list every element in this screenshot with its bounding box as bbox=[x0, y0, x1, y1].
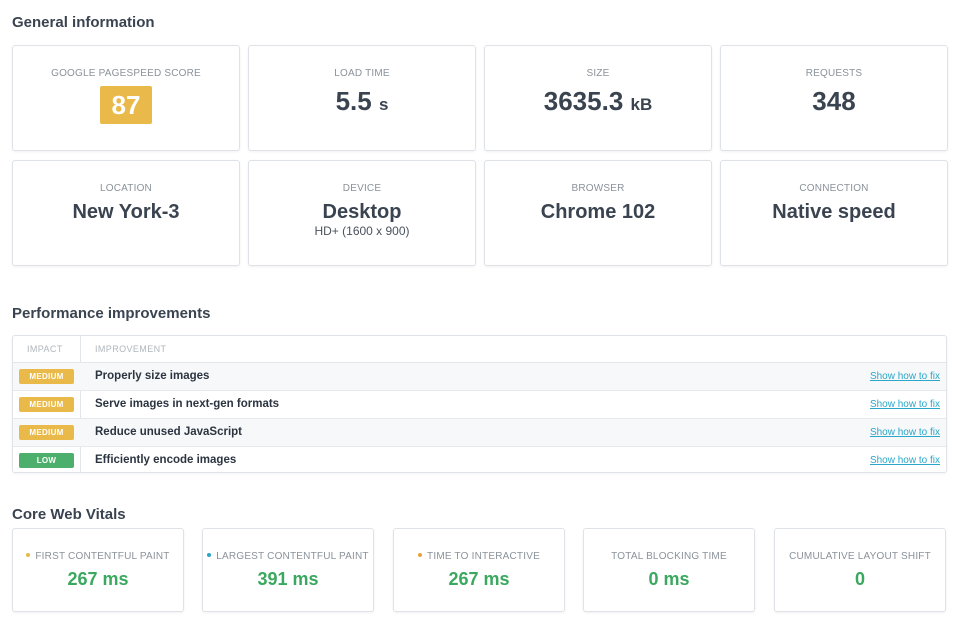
impact-badge-medium: MEDIUM bbox=[19, 369, 74, 384]
tbt-value: 0 ms bbox=[648, 569, 690, 589]
status-dot-icon bbox=[207, 553, 212, 558]
table-row: LOW Efficiently encode images Show how t… bbox=[13, 447, 946, 475]
pagespeed-score-card: GOOGLE PAGESPEED SCORE 87 bbox=[12, 45, 240, 151]
show-how-to-fix-link[interactable]: Show how to fix bbox=[870, 371, 940, 382]
impact-badge-low: LOW bbox=[19, 453, 74, 468]
performance-improvements-title: Performance improvements bbox=[12, 305, 211, 322]
impact-badge-medium: MEDIUM bbox=[19, 425, 74, 440]
improvement-text: Efficiently encode images bbox=[95, 454, 237, 466]
improvement-column-header: IMPROVEMENT bbox=[95, 344, 167, 354]
status-dot-icon bbox=[418, 553, 423, 558]
improvement-text: Reduce unused JavaScript bbox=[95, 426, 242, 438]
fcp-value: 267 ms bbox=[67, 569, 129, 589]
location-card: LOCATION New York-3 bbox=[12, 160, 240, 266]
general-information-title: General information bbox=[12, 14, 155, 31]
impact-column-header: IMPACT bbox=[27, 344, 63, 354]
cls-label: CUMULATIVE LAYOUT SHIFT bbox=[789, 551, 931, 562]
location-label: LOCATION bbox=[100, 183, 152, 194]
improvement-text: Serve images in next-gen formats bbox=[95, 398, 280, 410]
load-time-label: LOAD TIME bbox=[334, 68, 390, 79]
load-time-card: LOAD TIME 5.5 s bbox=[248, 45, 476, 151]
first-contentful-paint-card: FIRST CONTENTFUL PAINT 267 ms bbox=[12, 528, 184, 612]
connection-label: CONNECTION bbox=[799, 183, 869, 194]
lcp-label: LARGEST CONTENTFUL PAINT bbox=[216, 551, 369, 562]
show-how-to-fix-link[interactable]: Show how to fix bbox=[870, 399, 940, 410]
connection-card: CONNECTION Native speed bbox=[720, 160, 948, 266]
impact-badge-medium: MEDIUM bbox=[19, 397, 74, 412]
load-time-unit: s bbox=[378, 95, 389, 114]
connection-value: Native speed bbox=[772, 201, 896, 223]
total-blocking-time-card: TOTAL BLOCKING TIME 0 ms bbox=[583, 528, 755, 612]
device-value: Desktop bbox=[322, 201, 402, 223]
requests-card: REQUESTS 348 bbox=[720, 45, 948, 151]
table-row: MEDIUM Reduce unused JavaScript Show how… bbox=[13, 419, 946, 447]
tbt-label: TOTAL BLOCKING TIME bbox=[611, 551, 727, 562]
status-dot-icon bbox=[26, 553, 31, 558]
device-label: DEVICE bbox=[342, 183, 382, 194]
browser-label: BROWSER bbox=[571, 183, 625, 194]
show-how-to-fix-link[interactable]: Show how to fix bbox=[870, 427, 940, 438]
improvement-text: Properly size images bbox=[95, 370, 210, 382]
pagespeed-score-badge: 87 bbox=[100, 86, 152, 124]
device-resolution: HD+ (1600 x 900) bbox=[314, 224, 410, 238]
largest-contentful-paint-card: LARGEST CONTENTFUL PAINT 391 ms bbox=[202, 528, 374, 612]
cls-value: 0 bbox=[854, 569, 865, 589]
tti-label: TIME TO INTERACTIVE bbox=[427, 551, 540, 562]
location-value: New York-3 bbox=[72, 201, 180, 223]
load-time-value: 5.5 bbox=[335, 86, 372, 116]
requests-value: 348 bbox=[812, 86, 856, 116]
table-row: MEDIUM Serve images in next-gen formats … bbox=[13, 391, 946, 419]
core-web-vitals-title: Core Web Vitals bbox=[12, 506, 126, 523]
tti-value: 267 ms bbox=[448, 569, 510, 589]
lcp-value: 391 ms bbox=[257, 569, 319, 589]
performance-table-header: IMPACT IMPROVEMENT bbox=[13, 336, 946, 363]
requests-label: REQUESTS bbox=[805, 68, 863, 79]
time-to-interactive-card: TIME TO INTERACTIVE 267 ms bbox=[393, 528, 565, 612]
cumulative-layout-shift-card: CUMULATIVE LAYOUT SHIFT 0 bbox=[774, 528, 946, 612]
size-card: SIZE 3635.3 kB bbox=[484, 45, 712, 151]
fcp-label: FIRST CONTENTFUL PAINT bbox=[35, 551, 170, 562]
device-card: DEVICE Desktop HD+ (1600 x 900) bbox=[248, 160, 476, 266]
size-value: 3635.3 bbox=[543, 86, 624, 116]
size-label: SIZE bbox=[586, 68, 610, 79]
pagespeed-score-label: GOOGLE PAGESPEED SCORE bbox=[51, 68, 201, 79]
table-row: MEDIUM Properly size images Show how to … bbox=[13, 363, 946, 391]
show-how-to-fix-link[interactable]: Show how to fix bbox=[870, 455, 940, 466]
browser-value: Chrome 102 bbox=[540, 201, 656, 223]
browser-card: BROWSER Chrome 102 bbox=[484, 160, 712, 266]
performance-table: IMPACT IMPROVEMENT MEDIUM Properly size … bbox=[12, 335, 947, 473]
size-unit: kB bbox=[630, 95, 653, 114]
